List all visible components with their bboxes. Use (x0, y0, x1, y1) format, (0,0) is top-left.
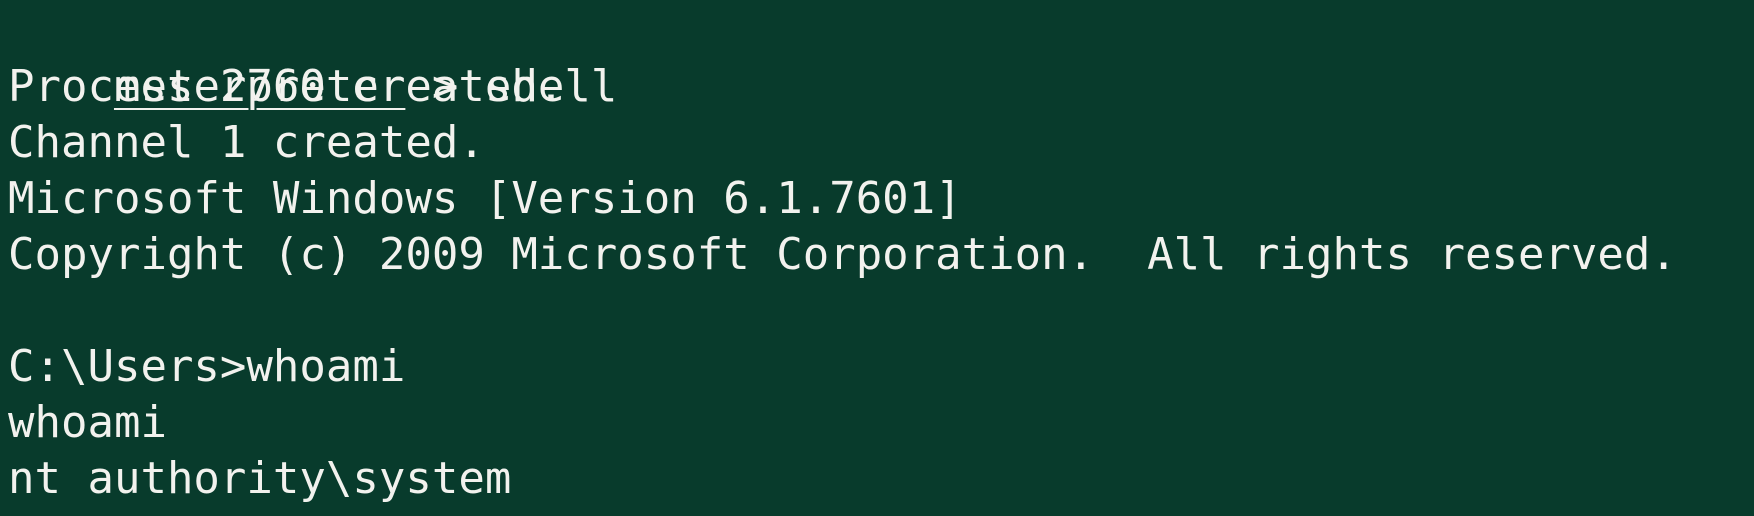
cmd-prompt-whoami-line: C:\Users>whoami (8, 341, 406, 392)
terminal-window[interactable]: meterpreter > shell Process 2760 created… (0, 0, 1754, 516)
copyright-line: Copyright (c) 2009 Microsoft Corporation… (8, 229, 1677, 280)
whoami-echo-line: whoami (8, 397, 167, 448)
windows-version-line: Microsoft Windows [Version 6.1.7601] (8, 173, 962, 224)
meterpreter-command-line: meterpreter > shell (8, 0, 1754, 112)
process-created-line: Process 2760 created. (8, 61, 565, 112)
channel-created-line: Channel 1 created. (8, 117, 485, 168)
whoami-output-line: nt authority\system (8, 453, 512, 504)
